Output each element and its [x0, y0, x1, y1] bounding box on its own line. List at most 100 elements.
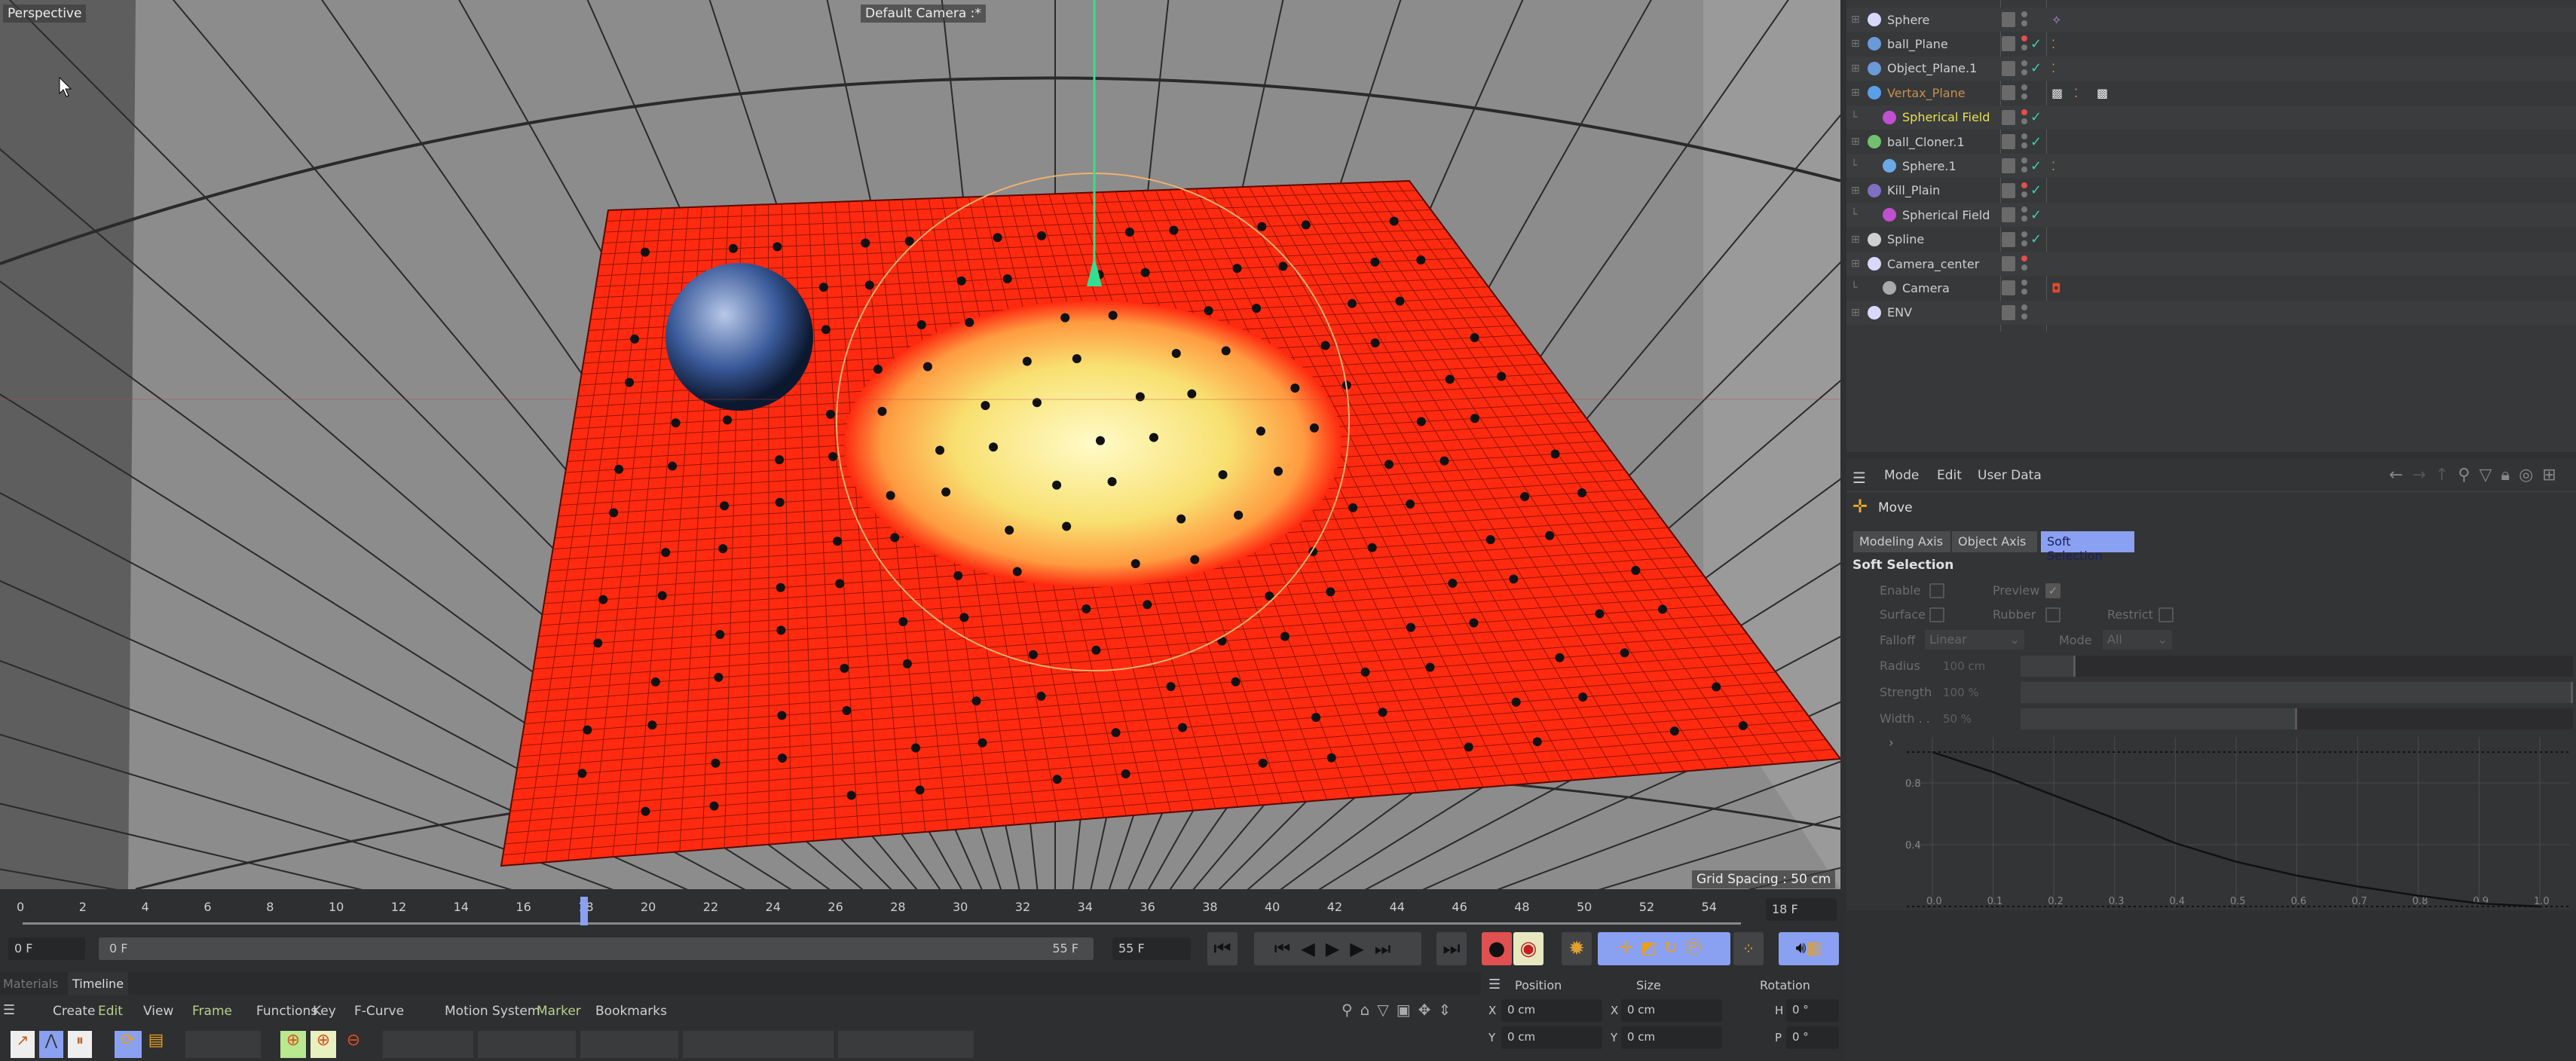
surface-checkbox[interactable] — [1929, 607, 1944, 622]
rotation-key-icon[interactable]: ↻ — [1663, 939, 1684, 958]
falloff-curve-graph[interactable]: 0.0 0.1 0.2 0.3 0.4 0.5 0.6 0.7 0.8 0.9 1.00.80.4 — [1877, 737, 2570, 910]
object-row[interactable]: ⊞ Kill_Plain ✓ — [1846, 179, 2576, 203]
tree-toggle-icon[interactable]: ⊞ — [1851, 307, 1860, 319]
radius-field[interactable]: 100 cm — [1943, 659, 1985, 673]
play-icon[interactable]: ▶ — [1326, 938, 1350, 959]
loop-icon[interactable]: ⟳ — [115, 1031, 142, 1058]
timeline-menu-item[interactable]: Bookmarks — [595, 1004, 667, 1019]
curve-tools-icon[interactable] — [185, 1031, 261, 1058]
tree-toggle-icon[interactable]: └ — [1851, 282, 1857, 294]
timeline-menu-item[interactable]: View — [143, 1004, 173, 1019]
enabled-check-icon[interactable]: ✓ — [2030, 158, 2042, 174]
mode-dropdown[interactable]: All ⌄ — [2103, 630, 2172, 650]
timeline-menu-item[interactable]: Key — [313, 1004, 336, 1019]
key-type-buttons[interactable]: ✛◩↻Ⓟ — [1598, 932, 1730, 965]
tab-modeling-axis[interactable]: Modeling Axis — [1853, 531, 1950, 552]
visibility-dots-icon[interactable] — [2021, 231, 2027, 248]
object-name[interactable]: Sphere — [1887, 13, 1929, 27]
object-name[interactable]: Spherical Field — [1902, 208, 1990, 222]
enable-checkbox[interactable] — [1929, 583, 1944, 598]
menu-edit[interactable]: Edit — [1937, 468, 1962, 483]
go-to-end-button[interactable]: ⏭ — [1436, 932, 1467, 965]
tree-toggle-icon[interactable]: ⊞ — [1851, 87, 1860, 99]
playhead[interactable] — [580, 897, 589, 925]
timeline-ruler[interactable]: 0246810121416182022242628303234363840424… — [0, 889, 1764, 931]
scale-key-icon[interactable]: ◩ — [1641, 939, 1664, 958]
point-level-button[interactable]: ⁘ — [1733, 932, 1764, 965]
start-frame-field[interactable]: 0 F — [8, 937, 85, 960]
object-name[interactable]: ball_Plane — [1887, 37, 1948, 51]
width-field[interactable]: 50 % — [1943, 712, 1972, 726]
layer-edit-icon[interactable] — [2002, 12, 2015, 27]
object-name[interactable]: Camera — [1902, 281, 1950, 295]
lock-icon[interactable]: 🔒︎ — [2501, 466, 2519, 485]
tab-soft-selection[interactable]: Soft Selection — [2041, 531, 2134, 563]
object-row[interactable]: └ Camera ◘ — [1846, 276, 2576, 300]
size-field[interactable]: 0 cm — [1621, 1026, 1722, 1049]
current-frame-field[interactable]: 18 F — [1766, 898, 1837, 921]
size-field[interactable]: 0 cm — [1621, 999, 1722, 1022]
visibility-dots-icon[interactable] — [2021, 60, 2027, 77]
rubber-checkbox[interactable] — [2045, 607, 2060, 622]
rot-field[interactable]: 0 ° — [1786, 999, 1839, 1022]
hamburger-menu-icon[interactable]: ☰ — [1852, 469, 1866, 487]
forward-arrow-icon[interactable]: → — [2412, 466, 2434, 485]
layer-icon[interactable]: ▤ — [146, 1031, 166, 1058]
timeline-menu-item[interactable]: Frame — [192, 1004, 232, 1019]
layer-edit-icon[interactable] — [2002, 182, 2015, 198]
tab-object-axis[interactable]: Object Axis — [1952, 531, 2037, 552]
protection-tag-icon[interactable]: ◘ — [2051, 281, 2061, 295]
film-icon[interactable]: ▦ — [1807, 939, 1822, 958]
home-icon[interactable]: ⌂ — [1360, 1001, 1378, 1019]
strength-field[interactable]: 100 % — [1943, 686, 1979, 699]
preview-checkbox[interactable]: ✓ — [2045, 583, 2060, 598]
next-frame-icon[interactable]: ▶ — [1350, 938, 1374, 959]
add-keys-icon[interactable]: ⊕ — [311, 1031, 336, 1058]
material-tag-icon[interactable]: ⁚ — [2051, 61, 2055, 75]
visibility-dots-icon[interactable] — [2021, 255, 2027, 272]
object-name[interactable]: Sphere.1 — [1902, 159, 1956, 173]
object-row[interactable]: ⊞ Camera_center — [1846, 252, 2576, 276]
layer-edit-icon[interactable] — [2002, 280, 2015, 296]
layer-edit-icon[interactable] — [2002, 85, 2015, 101]
pan-icon[interactable]: ✥ — [1418, 1001, 1439, 1019]
vibrate-tag-icon[interactable]: ✧ — [2051, 13, 2061, 27]
tab-timeline[interactable]: Timeline — [68, 972, 129, 995]
object-name[interactable]: Kill_Plain — [1887, 183, 1940, 197]
timeline-view-icons[interactable]: ⚲⌂▽▣✥⇕ — [1342, 1001, 1458, 1019]
object-name[interactable]: Spherical Field — [1902, 110, 1990, 124]
object-row[interactable]: ⊞ Vertax_Plane ▩ ⁚ ▩ — [1846, 81, 2576, 105]
attribute-nav-icons[interactable]: ←→↑⚲▽🔒︎◎⊞ — [2389, 466, 2565, 485]
tree-toggle-icon[interactable]: ⊞ — [1851, 258, 1860, 270]
fcurve-mode-icon[interactable]: ⋀ — [39, 1031, 63, 1058]
menu-mode[interactable]: Mode — [1884, 468, 1919, 483]
vertex-map-icon[interactable]: ▩ — [2051, 86, 2063, 100]
layer-edit-icon[interactable] — [2002, 207, 2015, 223]
object-row[interactable]: └ Sphere.1 ✓ ⁚ — [1846, 154, 2576, 179]
tab-materials[interactable]: Materials — [3, 977, 58, 991]
enabled-check-icon[interactable]: ✓ — [2030, 60, 2042, 76]
object-row[interactable]: ⊞ ball_Plane ✓ ⁚ — [1846, 32, 2576, 56]
radius-slider[interactable] — [2021, 656, 2573, 677]
strength-slider[interactable] — [2021, 682, 2573, 703]
search-icon[interactable]: ⚲ — [1342, 1001, 1360, 1019]
prev-frame-icon[interactable]: ◀ — [1301, 938, 1325, 959]
next-key-icon[interactable]: ⏭ — [1375, 938, 1402, 959]
object-name[interactable]: Camera_center — [1887, 257, 1979, 271]
filter-icon[interactable]: ▽ — [2479, 466, 2501, 485]
layer-edit-icon[interactable] — [2002, 256, 2015, 271]
material-tag-icon[interactable]: ⁚ — [2051, 159, 2055, 173]
hamburger-menu-icon[interactable]: ☰ — [1488, 977, 1501, 992]
enabled-check-icon[interactable]: ✓ — [2030, 134, 2042, 150]
restrict-checkbox[interactable] — [2158, 607, 2174, 622]
keyframe-selection-button[interactable]: ✹ — [1562, 932, 1592, 965]
layer-edit-icon[interactable] — [2002, 36, 2015, 52]
object-row[interactable]: ⊞ Spline ✓ — [1846, 228, 2576, 252]
layer-edit-icon[interactable] — [2002, 134, 2015, 149]
tree-toggle-icon[interactable]: ⊞ — [1851, 185, 1860, 197]
filter-icon[interactable]: ▽ — [1377, 1001, 1396, 1019]
visibility-dots-icon[interactable] — [2021, 109, 2027, 126]
object-name[interactable]: Object_Plane.1 — [1887, 61, 1977, 75]
tree-toggle-icon[interactable]: └ — [1851, 112, 1857, 124]
object-row[interactable]: └ Spherical Field ✓ — [1846, 203, 2576, 228]
